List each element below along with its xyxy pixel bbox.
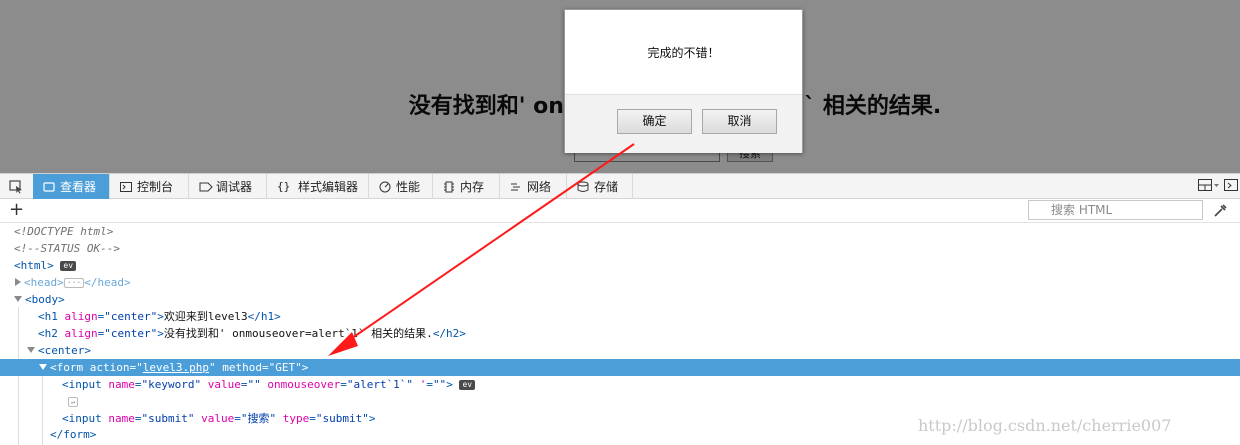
red-arrow-annotation: [328, 143, 635, 356]
